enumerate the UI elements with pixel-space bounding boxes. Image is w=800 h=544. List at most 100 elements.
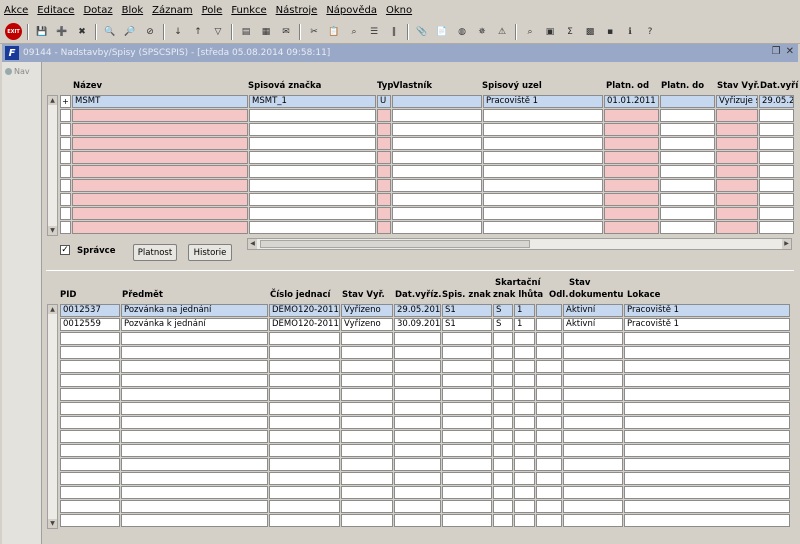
table-row[interactable] [60,430,791,443]
cell-cj[interactable]: DEMO120-2011/0( [269,318,340,331]
cell-dat[interactable] [394,360,441,373]
cell-vlastnik[interactable] [392,179,482,192]
cell-predmet[interactable] [121,332,268,345]
cell-dat[interactable]: 29.05.2014 [394,304,441,317]
table-row[interactable] [60,458,791,471]
cell-dat[interactable] [394,472,441,485]
spisy-hscroll[interactable]: ◀ ▶ [247,238,792,250]
copy-icon[interactable]: ▦ [258,24,274,40]
cell-nazev[interactable] [72,137,248,150]
insert-record-icon[interactable]: ➕ [54,24,70,40]
cell-pid[interactable] [60,388,120,401]
cell-predmet[interactable] [121,472,268,485]
cell-znak[interactable]: S1 [442,318,492,331]
menu-7[interactable]: Nástroje [276,5,318,16]
cell-stavdok[interactable]: Aktivní [563,318,623,331]
cell-stav[interactable] [341,500,393,513]
cell-stav[interactable] [341,430,393,443]
query-enter-icon[interactable]: 🔍 [102,24,118,40]
cell-sz[interactable] [493,458,513,471]
table-row[interactable] [60,221,795,234]
cell-znacka[interactable] [249,151,376,164]
cell-typ[interactable] [377,221,391,234]
table-row[interactable]: 0012537Pozvánka na jednáníDEMO120-2011/0… [60,304,791,317]
cell-cj[interactable] [269,346,340,359]
cell-uzel[interactable] [483,193,603,206]
cell-znacka[interactable] [249,165,376,178]
cell-stav[interactable] [716,193,758,206]
cell-stavdok[interactable] [563,444,623,457]
cell-lh[interactable]: 1 [514,304,535,317]
cell-pid[interactable]: 0012559 [60,318,120,331]
cell-dat[interactable] [759,109,794,122]
cell-dat[interactable] [759,137,794,150]
cell-stav[interactable] [341,402,393,415]
cell-lokace[interactable] [624,472,790,485]
cell-nazev[interactable] [72,151,248,164]
cell-vlastnik[interactable] [392,193,482,206]
cell-odl[interactable] [536,472,562,485]
find-icon[interactable]: ⌕ [346,24,362,40]
cell-uzel[interactable] [483,151,603,164]
cell-sz[interactable] [493,472,513,485]
cell-stavdok[interactable] [563,472,623,485]
cell-predmet[interactable] [121,500,268,513]
cell-odl[interactable] [536,430,562,443]
cell-dat[interactable] [394,500,441,513]
table-row[interactable] [60,123,795,136]
cell-znacka[interactable] [249,207,376,220]
cell-uzel[interactable] [483,137,603,150]
cell-sz[interactable] [493,430,513,443]
cell-vlastnik[interactable] [392,165,482,178]
cell-znak[interactable] [442,416,492,429]
cell-cj[interactable] [269,416,340,429]
globe-icon[interactable]: ◍ [454,24,470,40]
cell-stav[interactable] [716,221,758,234]
cell-uzel[interactable] [483,207,603,220]
cell-znak[interactable] [442,500,492,513]
cell-dat[interactable] [394,430,441,443]
cell-stavdok[interactable] [563,514,623,527]
cell-cj[interactable] [269,472,340,485]
cell-od[interactable] [604,193,659,206]
cell-vlastnik[interactable] [392,221,482,234]
cell-stav[interactable] [341,332,393,345]
cell-lh[interactable] [514,402,535,415]
scroll-up-icon[interactable]: ▲ [48,305,57,314]
cell-stav[interactable] [716,151,758,164]
table-row[interactable] [60,416,791,429]
cell-stavdok[interactable] [563,360,623,373]
cell-pid[interactable] [60,500,120,513]
cell-odl[interactable] [536,402,562,415]
cell-lokace[interactable] [624,402,790,415]
menu-0[interactable]: Akce [4,5,28,16]
cell-vlastnik[interactable] [392,137,482,150]
cell-znak[interactable] [442,374,492,387]
cell-lokace[interactable] [624,486,790,499]
delete-record-icon[interactable]: ✖ [74,24,90,40]
settings-icon[interactable]: ✵ [474,24,490,40]
paste-icon[interactable]: 📋 [326,24,342,40]
cell-znak[interactable] [442,444,492,457]
cell-sz[interactable]: S [493,304,513,317]
cell-nazev[interactable] [72,123,248,136]
cell-uzel[interactable] [483,165,603,178]
cell-od[interactable] [604,109,659,122]
cell-cj[interactable]: DEMO120-2011/0( [269,304,340,317]
record-marker[interactable] [60,179,71,192]
cell-do[interactable] [660,207,715,220]
calculator-icon[interactable]: ▣ [542,24,558,40]
cell-od[interactable] [604,221,659,234]
record-marker[interactable] [60,207,71,220]
cell-stavdok[interactable] [563,374,623,387]
cell-lokace[interactable] [624,332,790,345]
cell-cj[interactable] [269,458,340,471]
table-row[interactable] [60,109,795,122]
record-marker[interactable] [60,193,71,206]
cell-znacka[interactable] [249,109,376,122]
cell-pid[interactable] [60,332,120,345]
cell-lh[interactable] [514,514,535,527]
cell-pid[interactable] [60,402,120,415]
print-icon[interactable]: ▤ [238,24,254,40]
help-icon[interactable]: ? [642,24,658,40]
